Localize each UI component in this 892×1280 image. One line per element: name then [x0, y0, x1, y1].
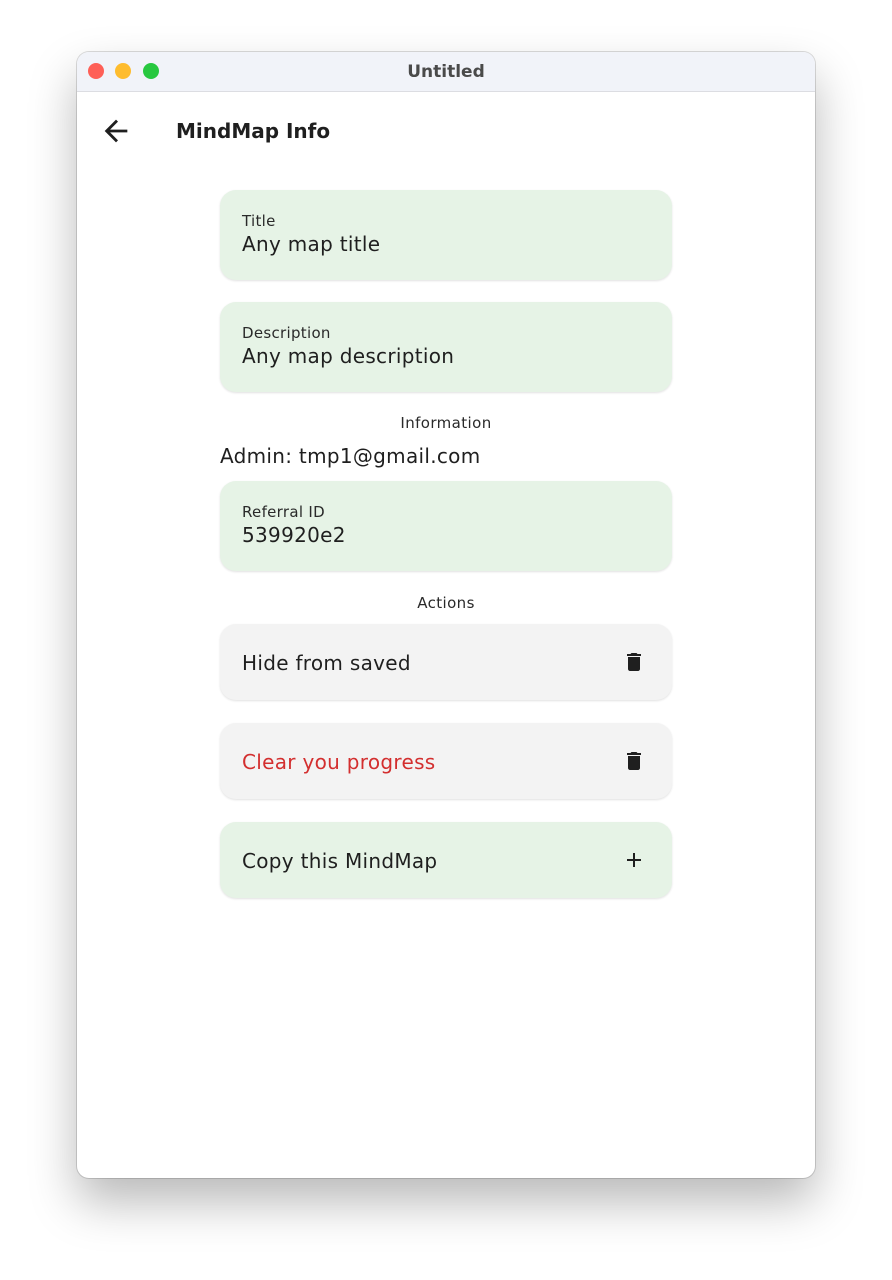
arrow-left-icon [99, 114, 133, 148]
copy-mindmap-label: Copy this MindMap [242, 849, 438, 873]
hide-from-saved-button[interactable]: Hide from saved [220, 624, 672, 700]
window-titlebar: Untitled [77, 52, 815, 92]
clear-progress-label: Clear you progress [242, 750, 436, 774]
description-field-label: Description [242, 324, 331, 342]
title-field-value[interactable]: Any map title [242, 232, 380, 256]
trash-icon [622, 650, 646, 674]
description-field[interactable]: Description Any map description [220, 302, 672, 392]
description-field-value[interactable]: Any map description [242, 344, 454, 368]
trash-icon [622, 749, 646, 773]
referral-id-field-label: Referral ID [242, 503, 325, 521]
referral-id-field[interactable]: Referral ID 539920e2 [220, 481, 672, 571]
admin-email: Admin: tmp1@gmail.com [220, 444, 481, 468]
page-title: MindMap Info [176, 119, 331, 143]
information-section-header: Information [400, 414, 492, 432]
plus-icon [622, 848, 646, 872]
window-title: Untitled [407, 62, 485, 82]
copy-mindmap-button[interactable]: Copy this MindMap [220, 822, 672, 898]
actions-section-header: Actions [417, 594, 475, 612]
referral-id-field-value[interactable]: 539920e2 [242, 523, 346, 547]
back-button[interactable] [99, 114, 133, 148]
title-field-label: Title [242, 212, 276, 230]
title-field[interactable]: Title Any map title [220, 190, 672, 280]
clear-progress-button[interactable]: Clear you progress [220, 723, 672, 799]
hide-from-saved-label: Hide from saved [242, 651, 411, 675]
app-window: Untitled MindMap Info Title Any map titl… [77, 52, 815, 1178]
